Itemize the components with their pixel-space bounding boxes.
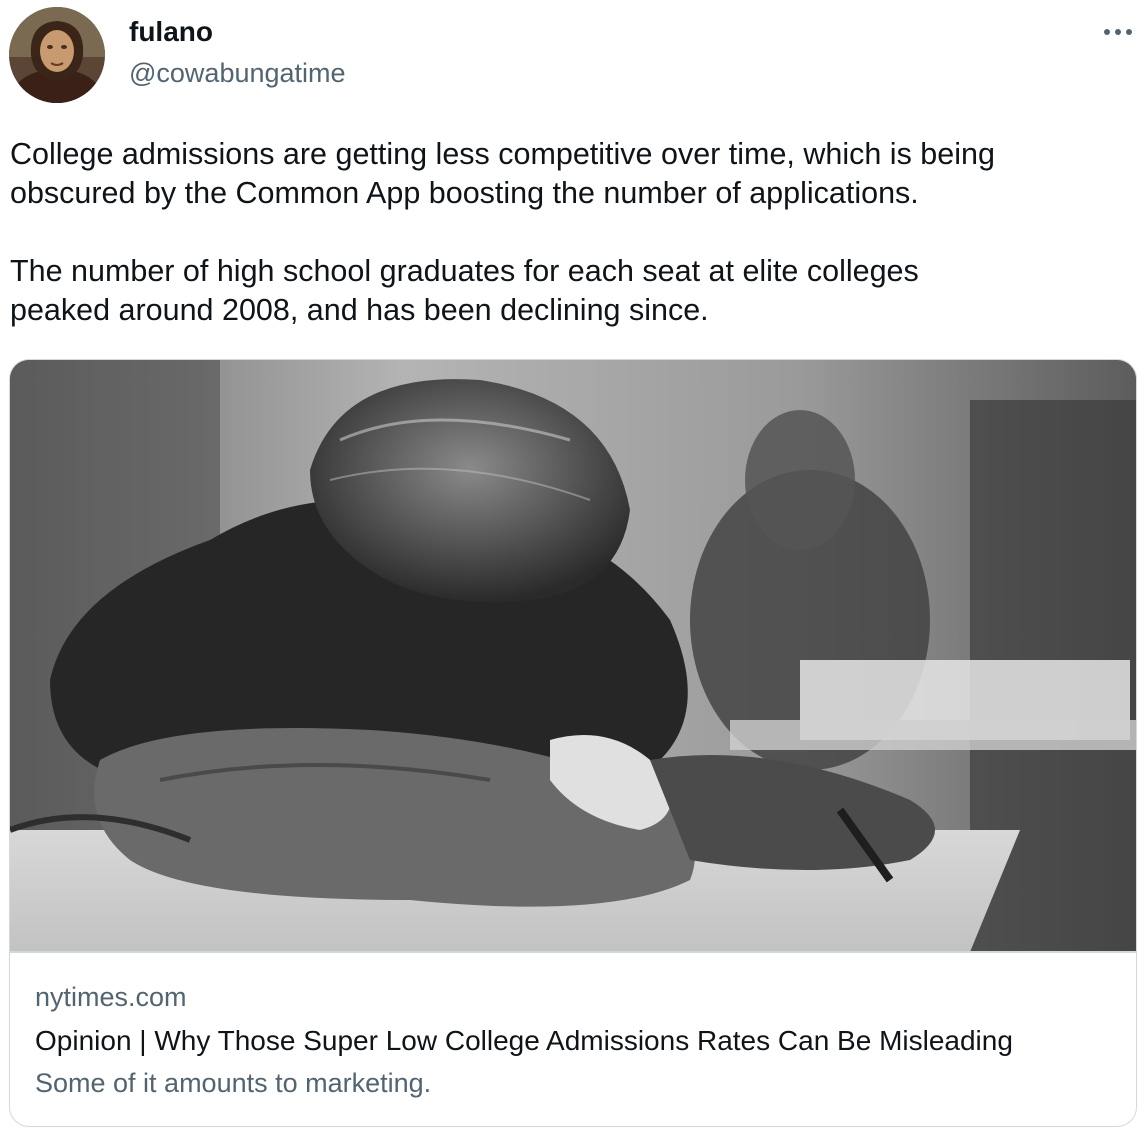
author-handle[interactable]: @cowabungatime [129,56,346,90]
avatar[interactable] [9,7,105,103]
card-divider [10,951,1136,953]
student-head-on-desk-photo-icon [10,360,1136,952]
more-options-button[interactable] [1100,20,1136,44]
author-display-name[interactable]: fulano [129,15,213,49]
tweet-text-line: obscured by the Common App boosting the … [10,176,919,210]
painting-portrait-avatar-icon [9,7,105,103]
tweet-text: College admissions are getting less comp… [10,135,1146,330]
tweet-text-line: The number of high school graduates for … [10,254,919,288]
more-horizontal-icon [1104,29,1132,35]
tweet-text-line: College admissions are getting less comp… [10,137,995,171]
card-image[interactable] [10,360,1136,952]
link-preview-card[interactable]: nytimes.com Opinion | Why Those Super Lo… [9,359,1137,1127]
tweet-text-line: peaked around 2008, and has been declini… [10,293,709,327]
card-domain: nytimes.com [35,982,187,1012]
card-title[interactable]: Opinion | Why Those Super Low College Ad… [35,1023,1013,1059]
card-description: Some of it amounts to marketing. [35,1068,432,1098]
paragraph-spacer [10,213,1146,252]
